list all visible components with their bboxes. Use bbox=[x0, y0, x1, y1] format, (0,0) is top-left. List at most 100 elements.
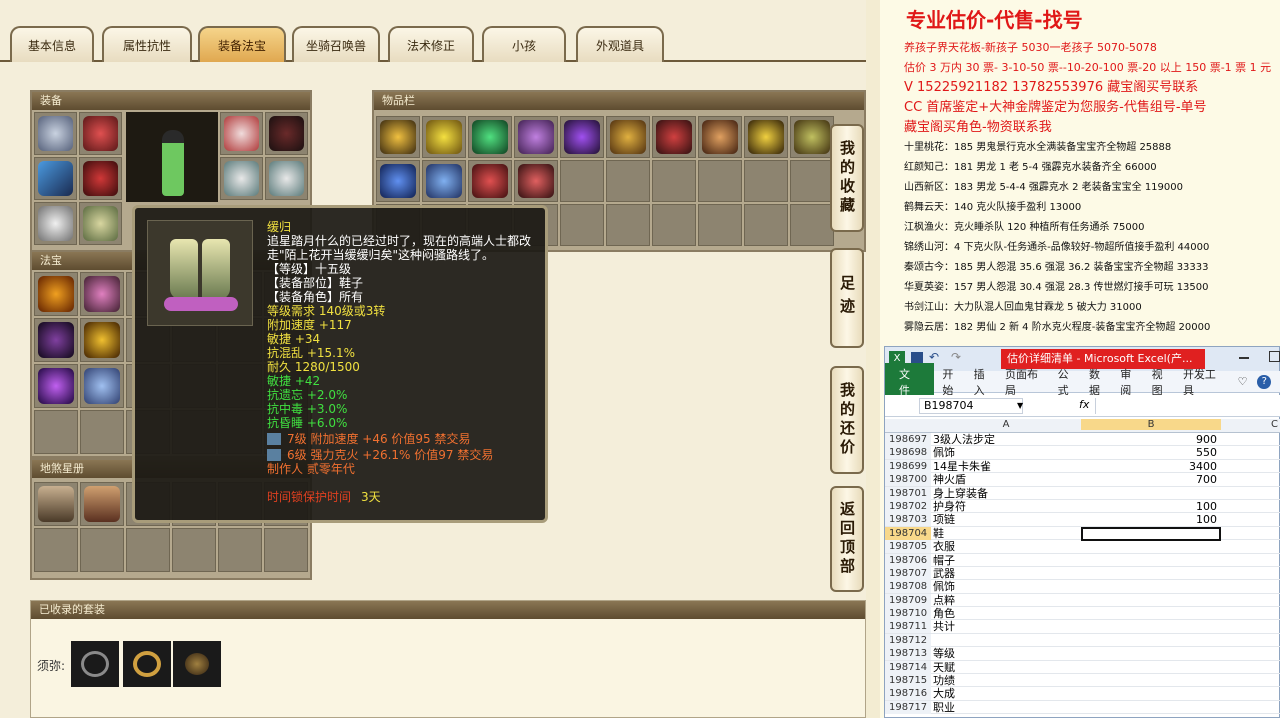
row-number[interactable]: 198700 bbox=[885, 473, 931, 487]
inventory-slot[interactable] bbox=[652, 160, 696, 202]
cell-b[interactable]: 700 bbox=[1081, 473, 1221, 486]
fx-icon[interactable]: fx bbox=[1079, 398, 1089, 411]
cell-a[interactable]: 武器 bbox=[933, 567, 1079, 580]
row-number[interactable]: 198706 bbox=[885, 553, 931, 567]
inventory-slot[interactable] bbox=[790, 204, 834, 246]
menu-developer[interactable]: 开发工具 bbox=[1183, 366, 1226, 398]
cell-a[interactable]: 职业 bbox=[933, 701, 1079, 714]
equip-slot-shoes[interactable] bbox=[79, 202, 122, 245]
equip-slot[interactable] bbox=[34, 157, 77, 200]
equip-slot[interactable] bbox=[34, 112, 77, 155]
cell-a[interactable]: 帽子 bbox=[933, 554, 1079, 567]
row-number[interactable]: 198704 bbox=[885, 526, 931, 540]
cell-b[interactable]: 550 bbox=[1081, 446, 1221, 459]
fabao-slot[interactable] bbox=[34, 272, 78, 316]
menu-view[interactable]: 视图 bbox=[1152, 366, 1173, 398]
help-icon[interactable]: ? bbox=[1257, 374, 1272, 389]
cell-b[interactable]: 100 bbox=[1081, 513, 1221, 526]
row-number[interactable]: 198711 bbox=[885, 620, 931, 634]
row-number[interactable]: 198717 bbox=[885, 700, 931, 714]
inventory-slot[interactable] bbox=[652, 116, 696, 158]
cell-a[interactable]: 14星卡朱雀 bbox=[933, 460, 1079, 473]
fabao-slot[interactable] bbox=[80, 410, 124, 454]
inventory-slot[interactable] bbox=[560, 204, 604, 246]
inventory-slot[interactable] bbox=[514, 160, 558, 202]
cell-a[interactable]: 佩饰 bbox=[933, 580, 1079, 593]
cell-a[interactable]: 等级 bbox=[933, 647, 1079, 660]
fabao-slot[interactable] bbox=[80, 364, 124, 408]
cell-b[interactable] bbox=[1081, 526, 1221, 541]
menu-page-layout[interactable]: 页面布局 bbox=[1005, 366, 1048, 398]
row-number[interactable]: 198698 bbox=[885, 446, 931, 460]
inventory-slot[interactable] bbox=[514, 116, 558, 158]
inventory-slot[interactable] bbox=[560, 116, 604, 158]
disha-slot[interactable] bbox=[172, 528, 216, 572]
equip-slot[interactable] bbox=[220, 157, 263, 200]
menu-review[interactable]: 审阅 bbox=[1120, 366, 1141, 398]
row-number[interactable]: 198708 bbox=[885, 580, 931, 594]
inventory-slot[interactable] bbox=[606, 160, 650, 202]
cell-a[interactable]: 护身符 bbox=[933, 500, 1079, 513]
disha-slot[interactable] bbox=[126, 528, 170, 572]
name-box[interactable]: B198704 bbox=[919, 398, 1023, 414]
row-number[interactable]: 198705 bbox=[885, 540, 931, 554]
formula-input[interactable] bbox=[1095, 398, 1279, 414]
tab-appearance[interactable]: 外观道具 bbox=[576, 26, 664, 62]
inventory-slot[interactable] bbox=[376, 116, 420, 158]
disha-slot[interactable] bbox=[34, 482, 78, 526]
cell-a[interactable]: 佩饰 bbox=[933, 446, 1079, 459]
cell-a[interactable]: 功绩 bbox=[933, 674, 1079, 687]
fabao-slot[interactable] bbox=[34, 364, 78, 408]
redo-icon[interactable]: ↷ bbox=[951, 350, 961, 364]
row-number[interactable]: 198710 bbox=[885, 607, 931, 621]
inventory-slot[interactable] bbox=[790, 160, 834, 202]
inventory-slot[interactable] bbox=[422, 160, 466, 202]
row-number[interactable]: 198703 bbox=[885, 513, 931, 527]
cell-a[interactable]: 神火盾 bbox=[933, 473, 1079, 486]
fabao-slot[interactable] bbox=[80, 272, 124, 316]
column-c-header[interactable]: C bbox=[1271, 419, 1280, 430]
cell-a[interactable]: 天赋 bbox=[933, 661, 1079, 674]
disha-slot[interactable] bbox=[80, 528, 124, 572]
cell-a[interactable]: 项链 bbox=[933, 513, 1079, 526]
inventory-slot[interactable] bbox=[468, 116, 512, 158]
inventory-slot[interactable] bbox=[560, 160, 604, 202]
fabao-slot[interactable] bbox=[34, 318, 78, 362]
fabao-slot[interactable] bbox=[80, 318, 124, 362]
footprint-button[interactable]: 足迹 bbox=[830, 248, 864, 348]
row-number[interactable]: 198713 bbox=[885, 647, 931, 661]
inventory-slot[interactable] bbox=[468, 160, 512, 202]
menu-insert[interactable]: 插入 bbox=[974, 366, 995, 398]
tab-equipment[interactable]: 装备法宝 bbox=[198, 26, 286, 62]
inventory-slot[interactable] bbox=[422, 116, 466, 158]
cell-a[interactable]: 点粹 bbox=[933, 594, 1079, 607]
cell-a[interactable]: 鞋 bbox=[933, 527, 1079, 540]
my-collection-button[interactable]: 我的收藏 bbox=[830, 124, 864, 232]
tab-child[interactable]: 小孩 bbox=[482, 26, 566, 62]
inventory-slot[interactable] bbox=[790, 116, 834, 158]
menu-home[interactable]: 开始 bbox=[942, 366, 963, 398]
tab-mounts[interactable]: 坐骑召唤兽 bbox=[292, 26, 380, 62]
set-item[interactable] bbox=[173, 641, 221, 687]
row-number[interactable]: 198697 bbox=[885, 433, 931, 446]
row-number[interactable]: 198709 bbox=[885, 593, 931, 607]
cell-a[interactable]: 身上穿装备 bbox=[933, 487, 1079, 500]
set-item[interactable] bbox=[123, 641, 171, 687]
column-b-header[interactable]: B bbox=[1081, 419, 1221, 430]
cell-b[interactable]: 3400 bbox=[1081, 460, 1221, 473]
cell-a[interactable]: 角色 bbox=[933, 607, 1079, 620]
equip-slot[interactable] bbox=[265, 112, 308, 155]
row-number[interactable]: 198702 bbox=[885, 499, 931, 513]
inventory-slot[interactable] bbox=[744, 160, 788, 202]
maximize-icon[interactable] bbox=[1269, 351, 1280, 362]
dropdown-icon[interactable]: ▼ bbox=[1017, 401, 1023, 410]
inventory-slot[interactable] bbox=[744, 116, 788, 158]
row-number[interactable]: 198707 bbox=[885, 566, 931, 580]
disha-slot[interactable] bbox=[80, 482, 124, 526]
cell-b[interactable]: 900 bbox=[1081, 433, 1221, 446]
equip-slot[interactable] bbox=[79, 157, 122, 200]
row-number[interactable]: 198701 bbox=[885, 486, 931, 500]
inventory-slot[interactable] bbox=[376, 160, 420, 202]
my-counteroffer-button[interactable]: 我的还价 bbox=[830, 366, 864, 474]
inventory-slot[interactable] bbox=[606, 204, 650, 246]
